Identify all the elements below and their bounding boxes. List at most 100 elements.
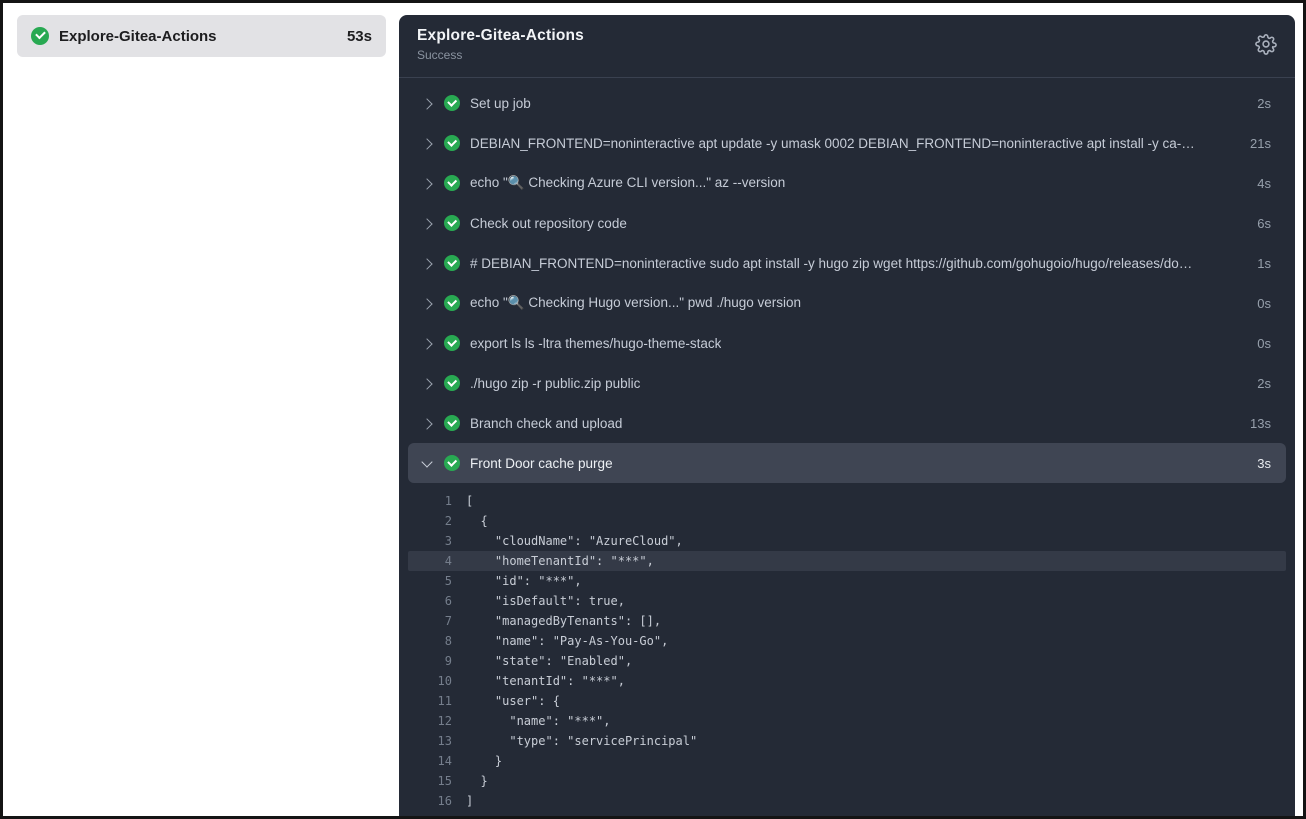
log-line-text: "type": "servicePrincipal" — [466, 734, 698, 748]
step-duration: 3s — [1257, 455, 1271, 471]
step-row[interactable]: echo "🔍 Checking Azure CLI version..." a… — [408, 163, 1286, 203]
step-duration: 6s — [1257, 215, 1271, 231]
step-row[interactable]: DEBIAN_FRONTEND=noninteractive apt updat… — [408, 123, 1286, 163]
chevron-icon — [423, 460, 432, 467]
log-line-number: 10 — [437, 674, 452, 688]
step-label: DEBIAN_FRONTEND=noninteractive apt updat… — [470, 135, 1200, 151]
log-line-text: "id": "***", — [466, 574, 582, 588]
log-line-text: "name": "Pay-As-You-Go", — [466, 634, 669, 648]
log-line-text: } — [466, 754, 503, 768]
chevron-icon — [423, 220, 432, 227]
success-check-icon — [444, 335, 460, 351]
steps-list: Set up job 2s DEBIAN_FRONTEND=noninterac… — [399, 78, 1295, 483]
log-line-number: 7 — [444, 614, 452, 628]
log-line: 9 "state": "Enabled", — [408, 651, 1286, 671]
chevron-icon — [423, 300, 432, 307]
log-line-text: "homeTenantId": "***", — [466, 554, 654, 568]
chevron-icon — [423, 340, 432, 347]
log-line-text: { — [466, 514, 488, 528]
log-line-text: "isDefault": true, — [466, 594, 625, 608]
log-line-text: "name": "***", — [466, 714, 611, 728]
log-line-text: } — [466, 774, 488, 788]
jobs-sidebar: Explore-Gitea-Actions 53s — [3, 3, 396, 816]
chevron-icon — [423, 380, 432, 387]
step-row[interactable]: Branch check and upload 13s — [408, 403, 1286, 443]
step-label: echo "🔍 Checking Hugo version..." pwd ./… — [470, 295, 802, 310]
step-label: Set up job — [470, 95, 531, 111]
log-line-number: 14 — [437, 754, 452, 768]
log-line-number: 13 — [437, 734, 452, 748]
log-line-number: 6 — [444, 594, 452, 608]
step-duration: 0s — [1257, 295, 1271, 311]
log-line-text: "user": { — [466, 694, 560, 708]
log-line: 14 } — [408, 751, 1286, 771]
log-line-number: 12 — [437, 714, 452, 728]
log-line: 16 ] — [408, 791, 1286, 811]
log-line-number: 8 — [444, 634, 452, 648]
chevron-icon — [423, 100, 432, 107]
log-line-text: "cloudName": "AzureCloud", — [466, 534, 683, 548]
log-line: 6 "isDefault": true, — [408, 591, 1286, 611]
sidebar-job-item[interactable]: Explore-Gitea-Actions 53s — [17, 15, 386, 57]
settings-gear-icon[interactable] — [1255, 33, 1277, 55]
log-line-number: 3 — [444, 534, 452, 548]
step-label: ./hugo zip -r public.zip public — [470, 375, 641, 391]
success-check-icon — [444, 95, 460, 111]
log-line-number: 16 — [437, 794, 452, 808]
log-line: 3 "cloudName": "AzureCloud", — [408, 531, 1286, 551]
log-line-text: ] — [466, 794, 474, 808]
step-row[interactable]: export ls ls -ltra themes/hugo-theme-sta… — [408, 323, 1286, 363]
step-duration: 2s — [1257, 375, 1271, 391]
log-line: 12 "name": "***", — [408, 711, 1286, 731]
log-line-text: "managedByTenants": [], — [466, 614, 662, 628]
log-line: 7 "managedByTenants": [], — [408, 611, 1286, 631]
job-run-header: Explore-Gitea-Actions Success — [399, 15, 1295, 78]
step-row[interactable]: Check out repository code 6s — [408, 203, 1286, 243]
step-label: Check out repository code — [470, 215, 627, 231]
step-row[interactable]: Front Door cache purge 3s — [408, 443, 1286, 483]
log-line-number: 11 — [437, 694, 452, 708]
log-line-number: 1 — [444, 494, 452, 508]
log-line: 4 "homeTenantId": "***", — [408, 551, 1286, 571]
log-line: 1 [ — [408, 491, 1286, 511]
step-row[interactable]: ./hugo zip -r public.zip public 2s — [408, 363, 1286, 403]
job-name-label: Explore-Gitea-Actions — [59, 27, 217, 45]
job-run-title: Explore-Gitea-Actions — [417, 27, 584, 44]
step-duration: 0s — [1257, 335, 1271, 351]
step-label: # DEBIAN_FRONTEND=noninteractive sudo ap… — [470, 255, 1200, 271]
log-line-text: "state": "Enabled", — [466, 654, 633, 668]
step-duration: 13s — [1250, 415, 1271, 431]
chevron-icon — [423, 420, 432, 427]
success-check-icon — [444, 295, 460, 311]
step-row[interactable]: Set up job 2s — [408, 83, 1286, 123]
success-check-icon — [444, 455, 460, 471]
step-log-output: 1 [ 2 { 3 "cloudName": "AzureCloud", 4 "… — [408, 491, 1286, 811]
job-run-panel: Explore-Gitea-Actions Success Set up job… — [399, 15, 1295, 816]
success-check-icon — [444, 415, 460, 431]
log-line: 13 "type": "servicePrincipal" — [408, 731, 1286, 751]
log-line-number: 9 — [444, 654, 452, 668]
log-line-text: "tenantId": "***", — [466, 674, 625, 688]
chevron-icon — [423, 140, 432, 147]
job-run-status: Success — [417, 48, 463, 62]
log-line-text: [ — [466, 494, 474, 508]
log-line-number: 15 — [437, 774, 452, 788]
success-check-icon — [31, 27, 49, 45]
step-duration: 1s — [1257, 255, 1271, 271]
log-line: 8 "name": "Pay-As-You-Go", — [408, 631, 1286, 651]
chevron-icon — [423, 260, 432, 267]
step-row[interactable]: # DEBIAN_FRONTEND=noninteractive sudo ap… — [408, 243, 1286, 283]
step-row[interactable]: echo "🔍 Checking Hugo version..." pwd ./… — [408, 283, 1286, 323]
success-check-icon — [444, 175, 460, 191]
chevron-icon — [423, 180, 432, 187]
log-line: 5 "id": "***", — [408, 571, 1286, 591]
step-label: echo "🔍 Checking Azure CLI version..." a… — [470, 175, 786, 190]
job-duration: 53s — [346, 27, 372, 45]
success-check-icon — [444, 255, 460, 271]
step-duration: 2s — [1257, 95, 1271, 111]
success-check-icon — [444, 135, 460, 151]
log-line-number: 5 — [444, 574, 452, 588]
log-line: 11 "user": { — [408, 691, 1286, 711]
step-label: Front Door cache purge — [470, 455, 613, 471]
step-duration: 4s — [1257, 175, 1271, 191]
